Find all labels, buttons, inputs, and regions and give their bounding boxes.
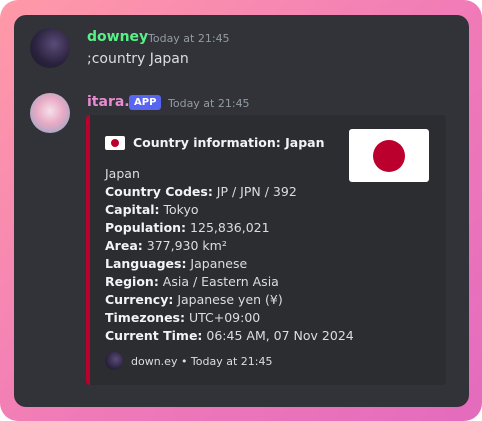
field-value: 377,930 km² bbox=[142, 238, 227, 253]
field-languages: Languages: Japanese bbox=[105, 255, 355, 273]
field-value: Japanese yen (¥) bbox=[173, 292, 283, 307]
footer-text: down.ey • Today at 21:45 bbox=[131, 354, 273, 368]
field-currency: Currency: Japanese yen (¥) bbox=[105, 291, 355, 309]
avatar[interactable] bbox=[30, 28, 70, 68]
username-downey[interactable]: downey bbox=[87, 29, 148, 45]
window-frame: downey Today at 21:45 ;country Japan ita… bbox=[0, 0, 482, 421]
field-value: UTC+09:00 bbox=[185, 310, 261, 325]
field-label: Currency: bbox=[105, 292, 174, 307]
field-label: Current Time: bbox=[105, 328, 203, 343]
app-badge: APP bbox=[129, 95, 162, 110]
chat-panel: downey Today at 21:45 ;country Japan ita… bbox=[14, 15, 469, 407]
embed-thumbnail[interactable] bbox=[349, 129, 429, 182]
message-timestamp: Today at 21:45 bbox=[148, 32, 230, 45]
field-label: Area: bbox=[105, 238, 143, 253]
field-label: Timezones: bbox=[105, 310, 185, 325]
embed-description: Japan Country Codes: JP / JPN / 392 Capi… bbox=[105, 165, 355, 345]
japan-flag-icon bbox=[105, 135, 125, 150]
field-population: Population: 125,836,021 bbox=[105, 219, 355, 237]
embed-title: Country information: Japan bbox=[133, 135, 325, 150]
field-value: Japanese bbox=[186, 256, 248, 271]
embed-header: Country information: Japan bbox=[105, 135, 325, 150]
flag-disc bbox=[373, 140, 405, 172]
field-area: Area: 377,930 km² bbox=[105, 237, 355, 255]
field-capital: Capital: Tokyo bbox=[105, 201, 355, 219]
field-value: Tokyo bbox=[159, 202, 199, 217]
embed-footer: down.ey • Today at 21:45 bbox=[105, 352, 273, 370]
footer-avatar bbox=[105, 352, 123, 370]
field-label: Languages: bbox=[105, 256, 187, 271]
field-country-codes: Country Codes: JP / JPN / 392 bbox=[105, 183, 355, 201]
avatar[interactable] bbox=[30, 93, 70, 133]
field-value: 125,836,021 bbox=[186, 220, 270, 235]
field-timezones: Timezones: UTC+09:00 bbox=[105, 309, 355, 327]
username-itara[interactable]: itara. bbox=[87, 94, 130, 110]
embed-card: Country information: Japan Japan Country… bbox=[86, 115, 446, 385]
field-label: Country Codes: bbox=[105, 184, 213, 199]
field-label: Capital: bbox=[105, 202, 160, 217]
field-value: 06:45 AM, 07 Nov 2024 bbox=[202, 328, 354, 343]
field-region: Region: Asia / Eastern Asia bbox=[105, 273, 355, 291]
message-content: ;country Japan bbox=[87, 51, 189, 67]
field-value: JP / JPN / 392 bbox=[212, 184, 297, 199]
field-value: Asia / Eastern Asia bbox=[158, 274, 279, 289]
field-label: Region: bbox=[105, 274, 159, 289]
message-timestamp: Today at 21:45 bbox=[168, 97, 250, 110]
field-label: Population: bbox=[105, 220, 187, 235]
field-current-time: Current Time: 06:45 AM, 07 Nov 2024 bbox=[105, 327, 355, 345]
embed-intro: Japan bbox=[105, 166, 140, 181]
